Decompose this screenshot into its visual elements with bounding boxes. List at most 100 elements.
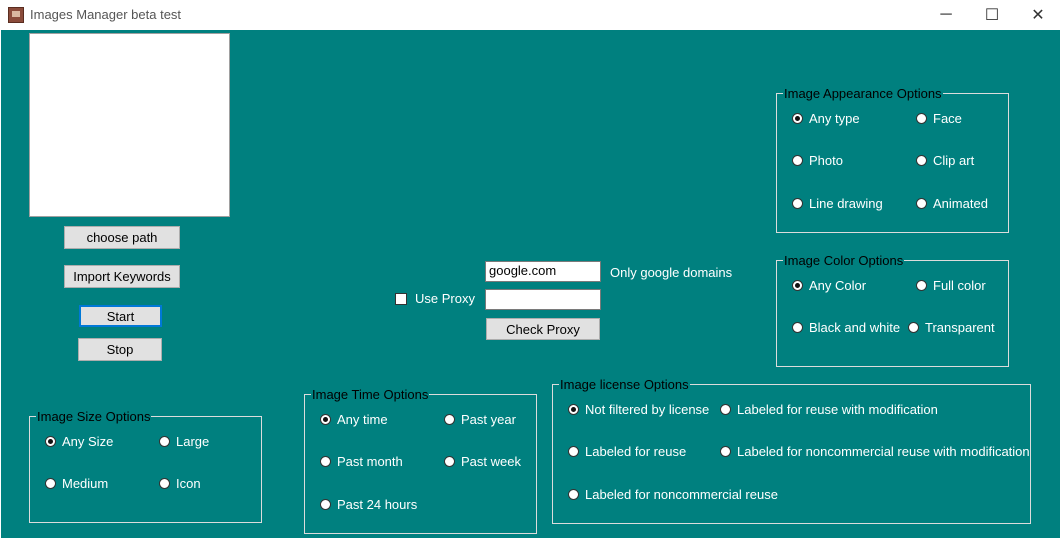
radio-dot[interactable] [45, 478, 56, 489]
close-button[interactable]: ✕ [1015, 0, 1061, 30]
radio-label: Past 24 hours [337, 497, 418, 512]
radio-dot[interactable] [720, 404, 731, 415]
radio-any-size[interactable]: Any Size [45, 434, 113, 449]
use-proxy-label: Use Proxy [415, 291, 475, 306]
domain-note-label: Only google domains [610, 265, 733, 280]
radio-past-week[interactable]: Past week [444, 454, 521, 469]
radio-label: Face [933, 111, 962, 126]
radio-dot[interactable] [320, 456, 331, 467]
radio-label: Labeled for noncommercial reuse with mod… [737, 444, 1030, 459]
radio-transparent[interactable]: Transparent [908, 320, 995, 335]
radio-label: Clip art [933, 153, 975, 168]
title-bar: Images Manager beta test ─ ☐ ✕ [0, 0, 1061, 30]
radio-label: Animated [933, 196, 988, 211]
radio-dot[interactable] [792, 155, 803, 166]
radio-dot[interactable] [792, 280, 803, 291]
radio-dot[interactable] [792, 113, 803, 124]
minimize-button[interactable]: ─ [923, 0, 969, 30]
radio-dot[interactable] [916, 113, 927, 124]
radio-dot[interactable] [916, 280, 927, 291]
radio-noncommercial-reuse[interactable]: Labeled for noncommercial reuse [568, 487, 778, 502]
appearance-options-group: Image Appearance Options Any type Face P… [776, 86, 1009, 233]
radio-dot[interactable] [568, 489, 579, 500]
radio-label: Medium [62, 476, 109, 491]
main-form: choose path Import Keywords Start Stop g… [1, 30, 1060, 538]
radio-label: Labeled for reuse [585, 444, 687, 459]
radio-dot[interactable] [792, 198, 803, 209]
radio-label: Any Color [809, 278, 867, 293]
choose-path-button[interactable]: choose path [64, 226, 180, 249]
size-options-group: Image Size Options Any Size Large Medium… [29, 409, 262, 523]
radio-not-filtered-by-license[interactable]: Not filtered by license [568, 402, 709, 417]
radio-noncommercial-with-modification[interactable]: Labeled for noncommercial reuse with mod… [720, 444, 1030, 459]
color-options-title: Image Color Options [783, 253, 905, 268]
radio-dot[interactable] [320, 499, 331, 510]
radio-dot[interactable] [908, 322, 919, 333]
radio-dot[interactable] [45, 436, 56, 447]
radio-past-year[interactable]: Past year [444, 412, 516, 427]
radio-any-color[interactable]: Any Color [792, 278, 866, 293]
radio-animated[interactable]: Animated [916, 196, 988, 211]
license-options-group: Image license Options Not filtered by li… [552, 377, 1031, 524]
maximize-button[interactable]: ☐ [969, 0, 1015, 30]
radio-photo[interactable]: Photo [792, 153, 843, 168]
proxy-input[interactable] [485, 289, 601, 310]
radio-label: Labeled for reuse with modification [737, 402, 938, 417]
radio-label: Large [176, 434, 210, 449]
time-options-title: Image Time Options [311, 387, 430, 402]
radio-icon-size[interactable]: Icon [159, 476, 201, 491]
radio-dot[interactable] [720, 446, 731, 457]
radio-past-24-hours[interactable]: Past 24 hours [320, 497, 417, 512]
use-proxy-checkbox[interactable]: Use Proxy [395, 291, 475, 306]
radio-dot[interactable] [444, 456, 455, 467]
radio-full-color[interactable]: Full color [916, 278, 986, 293]
radio-any-type[interactable]: Any type [792, 111, 860, 126]
radio-dot[interactable] [320, 414, 331, 425]
radio-any-time[interactable]: Any time [320, 412, 388, 427]
radio-label: Line drawing [809, 196, 883, 211]
radio-label: Any time [337, 412, 388, 427]
radio-label: Icon [176, 476, 201, 491]
time-options-group: Image Time Options Any time Past year Pa… [304, 387, 537, 534]
appearance-options-title: Image Appearance Options [783, 86, 943, 101]
radio-dot[interactable] [792, 322, 803, 333]
radio-face[interactable]: Face [916, 111, 962, 126]
stop-button[interactable]: Stop [78, 338, 162, 361]
window-title: Images Manager beta test [30, 7, 182, 22]
radio-medium[interactable]: Medium [45, 476, 108, 491]
color-options-group: Image Color Options Any Color Full color… [776, 253, 1009, 367]
radio-reuse-with-modification[interactable]: Labeled for reuse with modification [720, 402, 938, 417]
size-options-title: Image Size Options [36, 409, 152, 424]
use-proxy-checkbox-box[interactable] [395, 292, 407, 305]
license-options-title: Image license Options [559, 377, 690, 392]
radio-label: Any Size [62, 434, 114, 449]
radio-dot[interactable] [916, 198, 927, 209]
import-keywords-button[interactable]: Import Keywords [64, 265, 180, 288]
radio-black-and-white[interactable]: Black and white [792, 320, 900, 335]
start-button[interactable]: Start [79, 305, 162, 327]
radio-label: Past month [337, 454, 403, 469]
radio-label: Any type [809, 111, 860, 126]
radio-labeled-for-reuse[interactable]: Labeled for reuse [568, 444, 686, 459]
image-preview-box [29, 33, 230, 217]
radio-dot[interactable] [568, 404, 579, 415]
radio-label: Full color [933, 278, 986, 293]
radio-past-month[interactable]: Past month [320, 454, 403, 469]
radio-dot[interactable] [444, 414, 455, 425]
radio-label: Black and white [809, 320, 901, 335]
radio-label: Not filtered by license [585, 402, 710, 417]
check-proxy-button[interactable]: Check Proxy [486, 318, 600, 340]
radio-label: Transparent [925, 320, 995, 335]
radio-label: Photo [809, 153, 843, 168]
radio-label: Past week [461, 454, 521, 469]
radio-clip-art[interactable]: Clip art [916, 153, 974, 168]
radio-label: Labeled for noncommercial reuse [585, 487, 778, 502]
app-icon [8, 7, 24, 23]
radio-line-drawing[interactable]: Line drawing [792, 196, 883, 211]
radio-dot[interactable] [916, 155, 927, 166]
radio-dot[interactable] [159, 478, 170, 489]
radio-dot[interactable] [568, 446, 579, 457]
radio-large[interactable]: Large [159, 434, 209, 449]
domain-input[interactable]: google.com [485, 261, 601, 282]
radio-dot[interactable] [159, 436, 170, 447]
